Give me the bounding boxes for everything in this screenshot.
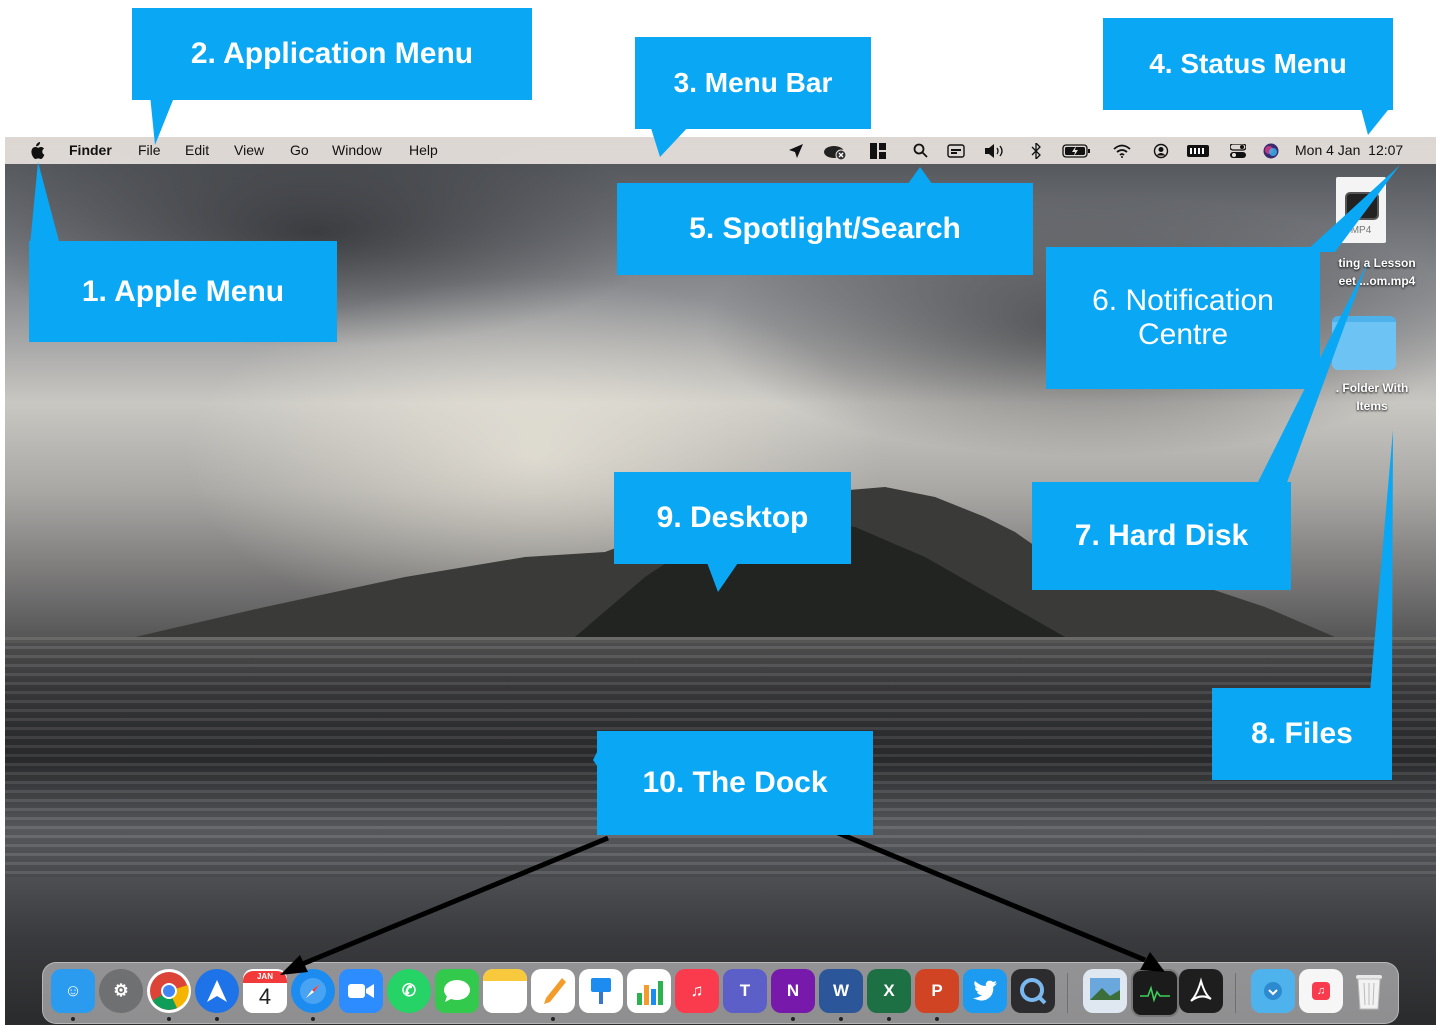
callout-menu-bar: 3. Menu Bar <box>635 37 871 129</box>
callout-status-menu: 4. Status Menu <box>1103 18 1393 110</box>
callout-spotlight: 5. Spotlight/Search <box>617 183 1033 275</box>
callout-apple-menu: 1. Apple Menu <box>29 241 337 342</box>
callout-line: 6. Notification <box>1092 284 1274 317</box>
callout-files: 8. Files <box>1212 688 1392 780</box>
callout-notification-centre: 6. Notification Centre <box>1046 247 1320 389</box>
callout-desktop: 9. Desktop <box>614 472 851 564</box>
callout-hard-disk: 7. Hard Disk <box>1032 482 1291 590</box>
callout-line: Centre <box>1137 318 1229 351</box>
callout-dock: 10. The Dock <box>597 731 873 835</box>
callout-application-menu: 2. Application Menu <box>132 8 532 100</box>
